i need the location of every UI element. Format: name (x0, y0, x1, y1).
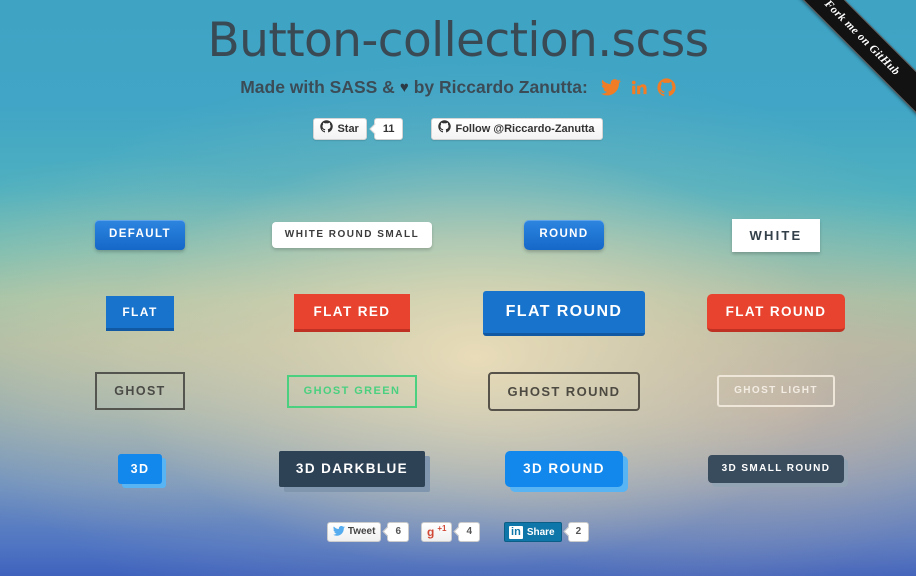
twitter-share-widget: Tweet 6 (326, 522, 409, 542)
tweet-label: Tweet (347, 526, 376, 537)
button-row-2: FLAT FLAT RED FLAT ROUND FLAT ROUND (34, 274, 882, 352)
github-star-count[interactable]: 11 (373, 117, 404, 140)
cell: FLAT ROUND (458, 290, 670, 336)
cell: GHOST (34, 371, 246, 411)
page-root: Fork me on GitHub Button-collection.scss… (0, 0, 916, 576)
button-row-1: DEFAULT WHITE ROUND SMALL ROUND WHITE (34, 196, 882, 274)
button-showcase-grid: DEFAULT WHITE ROUND SMALL ROUND WHITE FL… (0, 196, 916, 508)
linkedin-share-label: Share (526, 526, 555, 538)
linkedin-share-button[interactable]: in Share (504, 522, 562, 542)
github-icon (438, 120, 452, 137)
github-star-widget: Star 11 (313, 117, 404, 140)
github-follow-widget: Follow @Riccardo-Zanutta (431, 117, 603, 140)
button-3d-round[interactable]: 3D ROUND (505, 451, 623, 487)
cell: FLAT (34, 295, 246, 331)
button-row-3: GHOST GHOST GREEN GHOST ROUND GHOST LIGH… (34, 352, 882, 430)
github-star-button[interactable]: Star (313, 117, 367, 140)
button-ghost-green[interactable]: GHOST GREEN (286, 374, 418, 408)
cell: 3D DARKBLUE (246, 451, 458, 487)
page-header: Button-collection.scss Made with SASS & … (0, 0, 916, 97)
google-plus-button[interactable]: g +1 (421, 522, 453, 542)
button-flat-red[interactable]: FLAT RED (293, 293, 411, 333)
button-row-4: 3D 3D DARKBLUE 3D ROUND 3D SMALL ROUND (34, 430, 882, 508)
social-share-bar: Tweet 6 g +1 4 in Share 2 (0, 522, 916, 542)
button-white-round-small[interactable]: WHITE ROUND SMALL (271, 222, 433, 248)
github-star-label: Star (337, 122, 359, 135)
button-3d-small-round[interactable]: 3D SMALL ROUND (707, 455, 845, 483)
cell: ROUND (458, 220, 670, 250)
linkedin-icon: in (509, 525, 523, 539)
linkedin-share-widget: in Share 2 (504, 522, 590, 542)
button-flat-round[interactable]: FLAT ROUND (482, 290, 646, 336)
button-round[interactable]: ROUND (524, 220, 604, 250)
twitter-icon (332, 525, 345, 539)
twitter-icon[interactable] (600, 78, 621, 96)
cell: WHITE ROUND SMALL (246, 222, 458, 248)
cell: FLAT ROUND (670, 293, 882, 333)
github-follow-label: Follow @Riccardo-Zanutta (455, 122, 595, 135)
button-3d[interactable]: 3D (117, 453, 163, 485)
tweet-button[interactable]: Tweet (326, 522, 382, 542)
page-subtitle: Made with SASS & ♥ by Riccardo Zanutta: (0, 78, 916, 97)
cell: WHITE (670, 218, 882, 252)
cell: GHOST ROUND (458, 371, 670, 411)
subtitle-suffix: by Riccardo Zanutta: (413, 76, 588, 97)
social-links (600, 78, 676, 97)
button-ghost-round[interactable]: GHOST ROUND (487, 371, 641, 411)
button-default[interactable]: DEFAULT (95, 220, 185, 250)
button-ghost[interactable]: GHOST (95, 371, 185, 411)
cell: GHOST GREEN (246, 374, 458, 408)
cell: GHOST LIGHT (670, 375, 882, 407)
cell: FLAT RED (246, 293, 458, 333)
google-plus-icon: g (427, 525, 435, 539)
linkedin-share-count[interactable]: 2 (567, 522, 590, 542)
cell: 3D ROUND (458, 451, 670, 487)
github-icon[interactable] (657, 78, 676, 97)
google-plus-label: +1 (437, 524, 447, 533)
github-widgets: Star 11 Follow @Riccardo-Zanutta (0, 117, 916, 140)
google-plus-share-widget: g +1 4 (421, 522, 481, 542)
linkedin-icon[interactable] (630, 78, 648, 96)
subtitle-prefix: Made with SASS & (240, 76, 395, 97)
button-ghost-light[interactable]: GHOST LIGHT (717, 375, 835, 407)
cell: 3D SMALL ROUND (670, 455, 882, 483)
button-flat[interactable]: FLAT (106, 295, 174, 331)
button-3d-darkblue[interactable]: 3D DARKBLUE (278, 451, 426, 487)
heart-icon: ♥ (399, 78, 409, 96)
tweet-count[interactable]: 6 (387, 522, 409, 542)
cell: DEFAULT (34, 220, 246, 250)
button-white[interactable]: WHITE (731, 218, 821, 252)
github-follow-button[interactable]: Follow @Riccardo-Zanutta (431, 117, 603, 140)
google-plus-count[interactable]: 4 (458, 522, 481, 542)
page-title: Button-collection.scss (207, 13, 710, 68)
github-icon (320, 120, 334, 137)
cell: 3D (34, 453, 246, 485)
button-flat-round-red[interactable]: FLAT ROUND (706, 293, 846, 333)
